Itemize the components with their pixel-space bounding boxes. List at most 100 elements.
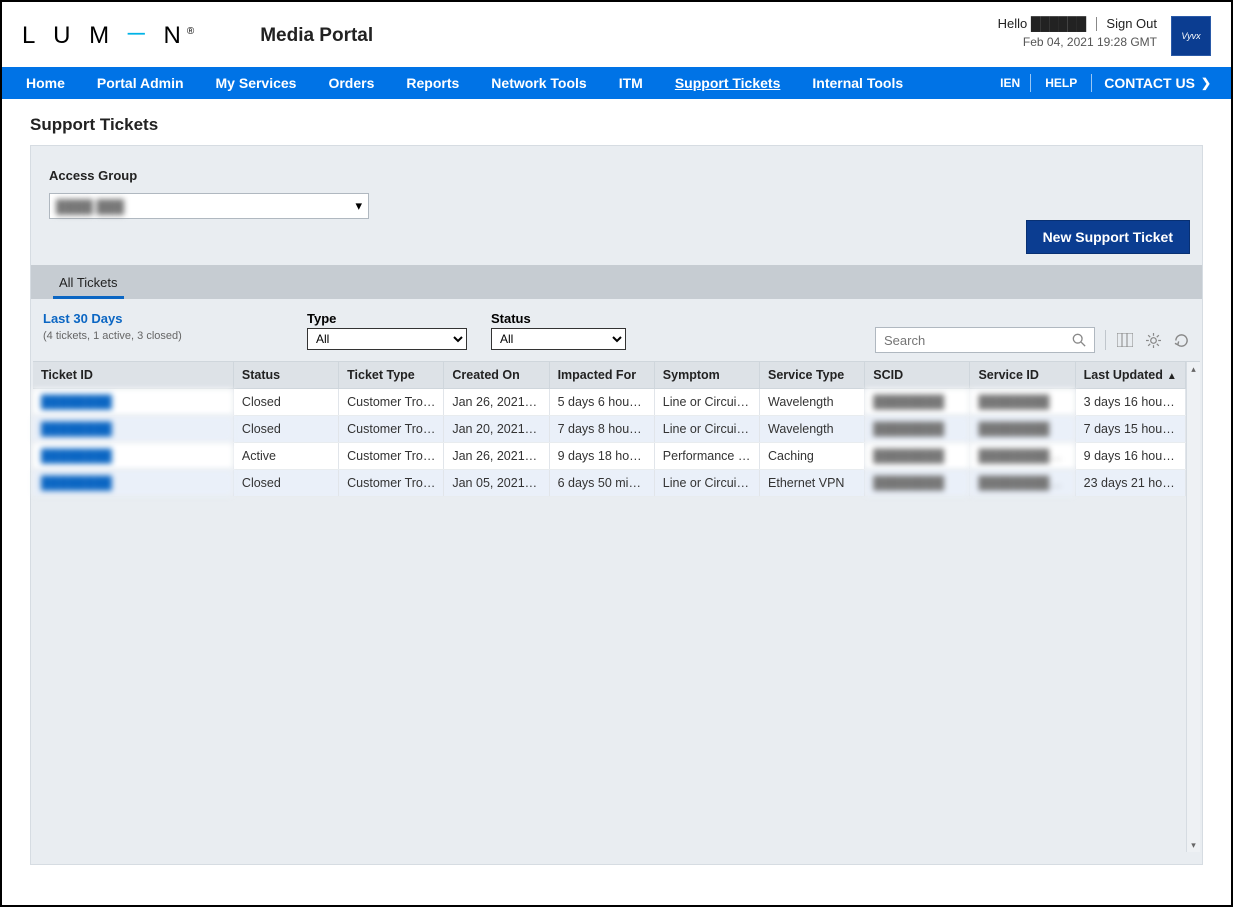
page-title: Support Tickets — [2, 99, 1231, 145]
table-cell: ████████ — [865, 416, 970, 443]
tickets-table: Ticket ID Status Ticket Type Created On … — [33, 362, 1186, 497]
header-timestamp: Feb 04, 2021 19:28 GMT — [998, 35, 1157, 49]
nav-orders[interactable]: Orders — [312, 67, 390, 99]
tab-bar: All Tickets — [31, 265, 1202, 299]
search-box[interactable] — [875, 327, 1095, 353]
col-symptom[interactable]: Symptom — [654, 362, 759, 389]
table-row[interactable]: ████████ClosedCustomer TroubleJan 20, 20… — [33, 416, 1186, 443]
table-cell: Jan 26, 2021 01:... — [444, 443, 549, 470]
hello-label: Hello — [998, 16, 1028, 31]
table-cell: 7 days 8 hours ... — [549, 416, 654, 443]
search-icon[interactable] — [1070, 331, 1088, 349]
nav-contact-us[interactable]: CONTACT US ❯ — [1092, 75, 1223, 91]
col-last-updated[interactable]: Last Updated▲ — [1075, 362, 1185, 389]
table-cell: ████████ — [33, 389, 233, 416]
date-range-link[interactable]: Last 30 Days — [43, 311, 283, 326]
scroll-down-icon[interactable]: ▾ — [1187, 838, 1200, 852]
table-cell: Customer Trouble — [339, 389, 444, 416]
table-cell: Jan 20, 2021 07... — [444, 416, 549, 443]
table-cell: Closed — [233, 470, 338, 497]
vyvx-logo: Vyvx — [1171, 16, 1211, 56]
new-support-ticket-button[interactable]: New Support Ticket — [1026, 220, 1190, 254]
main-nav: Home Portal Admin My Services Orders Rep… — [2, 67, 1231, 99]
table-cell: Wavelength — [760, 389, 865, 416]
nav-support-tickets[interactable]: Support Tickets — [659, 67, 797, 99]
vertical-scrollbar[interactable]: ▴ ▾ — [1186, 362, 1200, 852]
nav-home[interactable]: Home — [10, 67, 81, 99]
col-scid[interactable]: SCID — [865, 362, 970, 389]
table-cell: Ethernet VPN — [760, 470, 865, 497]
type-filter-label: Type — [307, 311, 467, 326]
type-filter-select[interactable]: All — [307, 328, 467, 350]
table-cell: ██████████████ — [970, 470, 1075, 497]
nav-internal-tools[interactable]: Internal Tools — [796, 67, 919, 99]
col-created-on[interactable]: Created On — [444, 362, 549, 389]
table-cell: Customer Trouble — [339, 416, 444, 443]
divider — [1096, 17, 1097, 31]
tab-all-tickets[interactable]: All Tickets — [53, 267, 124, 299]
table-cell: 5 days 6 hours ... — [549, 389, 654, 416]
table-cell: Line or Circuit D... — [654, 389, 759, 416]
table-cell: ████████ — [33, 443, 233, 470]
status-filter-label: Status — [491, 311, 626, 326]
col-status[interactable]: Status — [233, 362, 338, 389]
col-service-type[interactable]: Service Type — [760, 362, 865, 389]
scroll-up-icon[interactable]: ▴ — [1187, 362, 1200, 376]
table-row[interactable]: ████████ClosedCustomer TroubleJan 05, 20… — [33, 470, 1186, 497]
table-cell: ████████ — [33, 416, 233, 443]
table-cell: Wavelength — [760, 416, 865, 443]
table-cell: 6 days 50 minut... — [549, 470, 654, 497]
caret-down-icon: ▾ — [355, 198, 362, 214]
table-cell: Customer Trouble — [339, 443, 444, 470]
chevron-right-icon: ❯ — [1201, 76, 1211, 90]
nav-ien[interactable]: IEN — [990, 67, 1030, 99]
table-cell: Line or Circuit D... — [654, 470, 759, 497]
table-cell: Jan 26, 2021 08... — [444, 389, 549, 416]
columns-icon[interactable] — [1116, 331, 1134, 349]
portal-title: Media Portal — [260, 25, 373, 47]
table-cell: 7 days 15 hours ... — [1075, 416, 1185, 443]
access-group-label: Access Group — [31, 146, 1202, 189]
col-ticket-id[interactable]: Ticket ID — [33, 362, 233, 389]
refresh-icon[interactable] — [1172, 331, 1190, 349]
sort-asc-icon: ▲ — [1167, 371, 1177, 382]
gear-icon[interactable] — [1144, 331, 1162, 349]
table-cell: ████████ — [970, 389, 1075, 416]
table-cell: ████████ — [865, 389, 970, 416]
table-cell: Performance Pr... — [654, 443, 759, 470]
search-input[interactable] — [882, 332, 1070, 349]
table-cell: 9 days 16 hours... — [1075, 443, 1185, 470]
hello-user: ██████ — [1031, 16, 1086, 31]
col-service-id[interactable]: Service ID — [970, 362, 1075, 389]
table-cell: ████████████ — [970, 443, 1075, 470]
date-range-summary: (4 tickets, 1 active, 3 closed) — [43, 330, 283, 342]
access-group-select[interactable]: ████ ███ ▾ — [49, 193, 369, 219]
access-group-value: ████ ███ — [56, 199, 124, 214]
content-panel: Access Group ████ ███ ▾ New Support Tick… — [30, 145, 1203, 865]
table-cell: ████████ — [865, 470, 970, 497]
table-cell: Jan 05, 2021 08... — [444, 470, 549, 497]
nav-network-tools[interactable]: Network Tools — [475, 67, 602, 99]
nav-help[interactable]: HELP — [1031, 67, 1091, 99]
table-cell: ████████ — [33, 470, 233, 497]
table-row[interactable]: ████████ActiveCustomer TroubleJan 26, 20… — [33, 443, 1186, 470]
status-filter-select[interactable]: All — [491, 328, 626, 350]
table-cell: 9 days 18 hours... — [549, 443, 654, 470]
table-cell: Caching — [760, 443, 865, 470]
table-cell: Line or Circuit D... — [654, 416, 759, 443]
toolbar-separator — [1105, 330, 1106, 350]
lumen-logo: L U M ─ N® — [22, 22, 200, 50]
signout-link[interactable]: Sign Out — [1106, 16, 1157, 31]
nav-my-services[interactable]: My Services — [200, 67, 313, 99]
col-impacted-for[interactable]: Impacted For — [549, 362, 654, 389]
table-row[interactable]: ████████ClosedCustomer TroubleJan 26, 20… — [33, 389, 1186, 416]
table-cell: Closed — [233, 389, 338, 416]
table-cell: Closed — [233, 416, 338, 443]
contact-us-label: CONTACT US — [1104, 75, 1195, 91]
nav-portal-admin[interactable]: Portal Admin — [81, 67, 200, 99]
nav-reports[interactable]: Reports — [390, 67, 475, 99]
table-cell: ████████ — [970, 416, 1075, 443]
nav-itm[interactable]: ITM — [603, 67, 659, 99]
col-ticket-type[interactable]: Ticket Type — [339, 362, 444, 389]
table-cell: ████████ — [865, 443, 970, 470]
